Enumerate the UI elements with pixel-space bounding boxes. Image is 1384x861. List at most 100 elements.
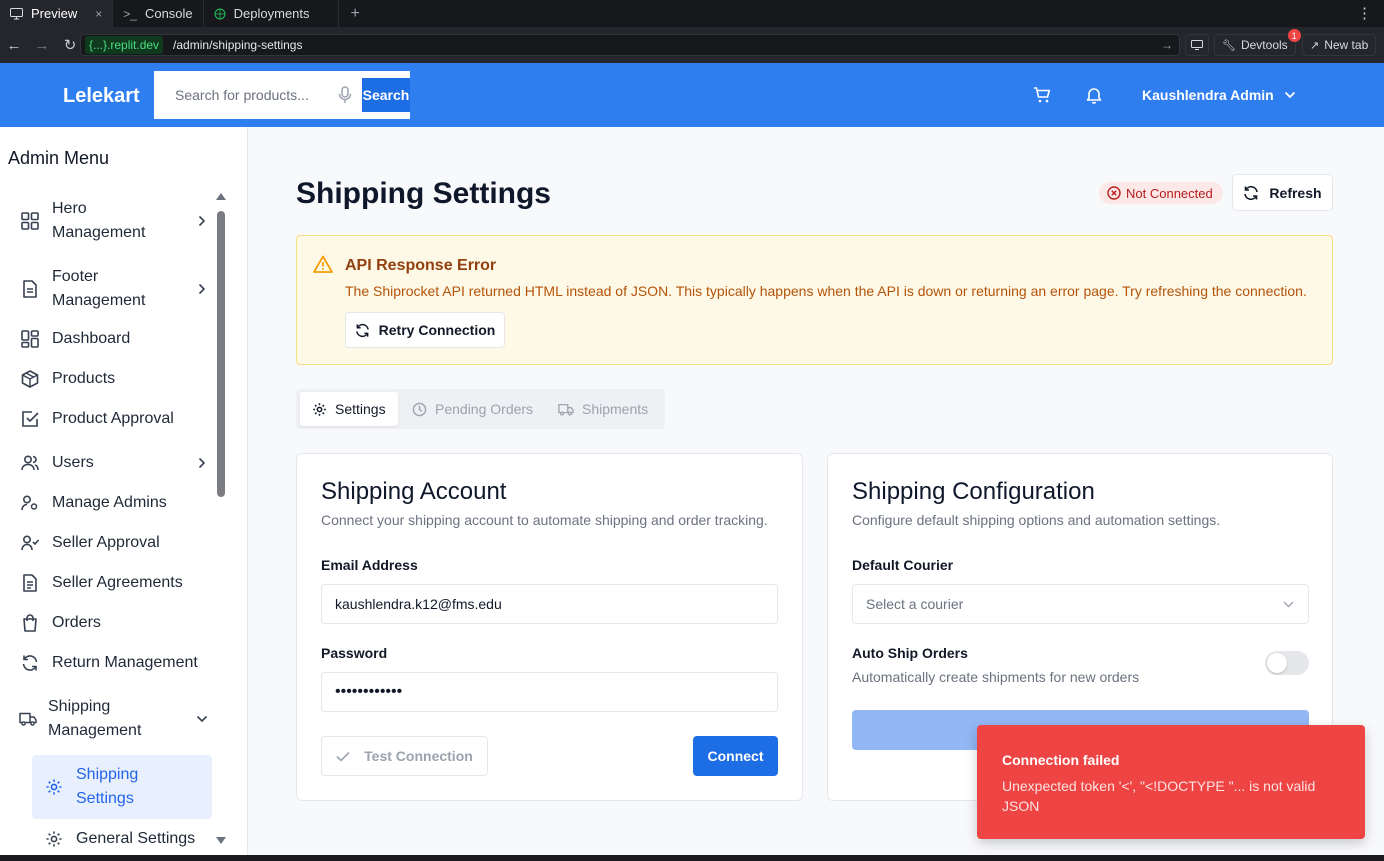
screen-icon [1191,40,1203,50]
sidebar-item-label: Dashboard [52,330,131,347]
file-text-icon [8,574,52,592]
sidebar-item-label: Products [52,370,116,387]
url-field[interactable]: {...}.replit.dev /admin/shipping-setting… [80,34,1180,56]
settings-icon [32,778,76,796]
chevron-down-icon [1283,601,1294,607]
url-path: /admin/shipping-settings [173,38,303,52]
back-icon[interactable]: ← [0,37,28,54]
retry-connection-button[interactable]: Retry Connection [345,312,505,348]
sidebar-item-hero-management[interactable]: Hero Management [8,197,212,245]
tab-deployments-label: Deployments [233,6,310,21]
settings-icon [313,402,326,416]
scroll-up-icon[interactable] [215,192,227,201]
x-circle-icon [1107,186,1121,200]
tab-pending-orders[interactable]: Pending Orders [412,392,533,426]
sidebar-item-product-approval[interactable]: Product Approval [8,407,212,431]
new-tab-icon[interactable]: + [339,5,372,23]
sidebar-item-shipping-management[interactable]: Shipping Management [8,695,212,743]
tab-pending-orders-label: Pending Orders [435,401,534,417]
address-bar: ← → ↻ {...}.replit.dev /admin/shipping-s… [0,27,1384,63]
sidebar-item-dashboard[interactable]: Dashboard [8,327,212,351]
scroll-thumb[interactable] [217,211,225,497]
bell-icon[interactable] [1086,86,1102,104]
sidebar-scrollbar[interactable] [214,191,228,851]
alert-title: API Response Error [345,257,497,274]
microphone-icon[interactable] [338,86,352,104]
site-logo[interactable]: Lelekart [63,85,140,108]
sidebar-item-label: Shipping Settings [76,766,139,807]
sidebar-item-footer-management[interactable]: Footer Management [8,265,212,313]
dashboard-icon [8,330,52,348]
chevron-down-icon [1284,91,1295,99]
test-connection-button[interactable]: Test Connection [321,736,488,776]
sidebar-item-label: Product Approval [52,410,174,427]
grid-icon [8,212,52,230]
refresh-button[interactable]: Refresh [1232,174,1333,211]
refresh-icon [355,323,369,337]
chevron-right-icon [192,283,212,295]
sidebar-item-seller-approval[interactable]: Seller Approval [8,531,212,555]
chevron-right-icon [192,215,212,227]
user-name: Kaushlendra Admin [1142,87,1274,103]
toast-message: Unexpected token '<', "<!DOCTYPE "... is… [1002,778,1316,814]
auto-ship-toggle[interactable] [1265,651,1309,675]
shipping-account-card: Shipping Account Connect your shipping a… [296,453,803,801]
sidebar-item-label: Hero Management [52,200,146,241]
tab-deployments[interactable]: Deployments [204,0,339,27]
sidebar-item-manage-admins[interactable]: Manage Admins [8,491,212,515]
password-field[interactable]: •••••••••••• [321,672,778,712]
screen-toggle-button[interactable] [1185,34,1209,56]
card-description: Connect your shipping account to automat… [321,512,768,528]
sidebar-item-label: Orders [52,614,101,631]
devtools-button[interactable]: 🔧︎ Devtools 1 [1214,29,1301,56]
courier-select-value: Select a courier [866,596,964,612]
user-check-icon [8,535,52,551]
sidebar-item-label: Return Management [52,654,198,671]
close-tab-icon[interactable]: × [95,7,102,21]
courier-select[interactable]: Select a courier [852,584,1309,624]
sidebar-item-orders[interactable]: Orders [8,611,212,635]
cart-icon[interactable] [1033,86,1051,104]
devtools-label: Devtools [1240,38,1288,52]
app-header: Lelekart Search Kaushlendra Admin [0,63,1384,127]
scroll-down-icon[interactable] [215,836,227,845]
retry-label: Retry Connection [378,322,496,338]
email-field[interactable]: kaushlendra.k12@fms.edu [321,584,778,624]
open-arrow-icon[interactable]: → [1161,38,1173,52]
password-label: Password [321,645,388,661]
sidebar-item-products[interactable]: Products [8,367,212,391]
window-bottom-edge [0,855,1384,861]
package-icon [8,370,52,388]
wrench-icon: 🔧︎ [1222,39,1236,52]
status-badge: Not Connected [1099,182,1223,204]
search-button[interactable]: Search [362,78,410,112]
users-icon [8,455,52,471]
sidebar-item-label: General Settings [76,830,196,847]
globe-icon [214,8,226,19]
new-tab-button[interactable]: ↗ New tab [1302,34,1377,56]
alert-text: The Shiprocket API returned HTML instead… [345,283,1307,299]
sidebar-item-users[interactable]: Users [8,451,212,475]
connect-button[interactable]: Connect [693,736,778,776]
tab-shipments[interactable]: Shipments [558,392,648,426]
sidebar-item-return-management[interactable]: Return Management [8,651,212,675]
tab-settings[interactable]: Settings [300,392,398,426]
card-title: Shipping Account [321,478,507,505]
sidebar-item-general-settings[interactable]: General Settings [32,827,212,851]
sidebar-item-shipping-settings[interactable]: Shipping Settings [32,755,212,819]
check-icon [336,751,350,762]
sidebar-item-seller-agreements[interactable]: Seller Agreements [8,571,212,595]
tab-console[interactable]: >_ Console [113,0,204,27]
file-icon [8,280,52,298]
user-menu[interactable]: Kaushlendra Admin [1142,87,1296,103]
shopping-bag-icon [8,614,52,632]
card-description: Configure default shipping options and a… [852,512,1221,528]
warning-triangle-icon [313,255,333,273]
sidebar-item-label: Seller Approval [52,534,160,551]
forward-icon[interactable]: → [28,37,56,54]
browser-tab-bar: Preview × >_ Console Deployments + ⋮ [0,0,1384,27]
tab-preview[interactable]: Preview × [0,0,114,27]
more-vertical-icon[interactable]: ⋮ [1357,4,1372,22]
auto-ship-description: Automatically create shipments for new o… [852,669,1140,685]
search-input[interactable] [154,71,334,119]
